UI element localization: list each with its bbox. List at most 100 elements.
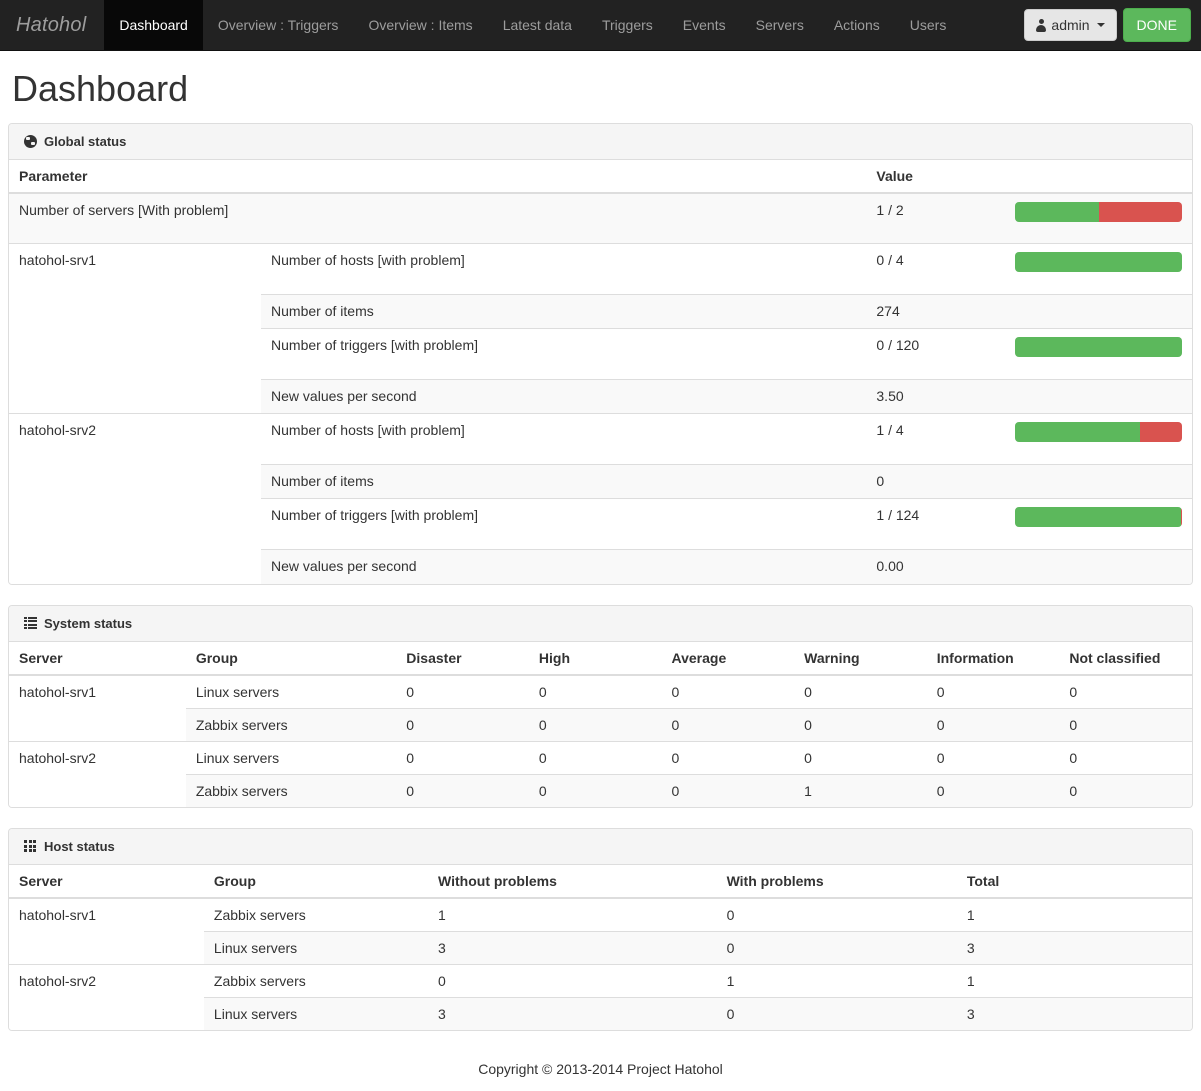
- nav-link-dashboard[interactable]: Dashboard: [104, 0, 203, 50]
- global-param-label: Number of hosts [with problem]: [261, 243, 867, 295]
- value-cell: 1: [794, 773, 927, 807]
- col-high: High: [528, 641, 662, 676]
- global-status-panel: Global status Parameter Value Number of …: [8, 122, 1193, 585]
- value-cell: 0: [716, 930, 957, 965]
- col-total: Total: [956, 864, 1192, 899]
- chevron-down-icon: [1096, 23, 1105, 27]
- value-cell: 0: [396, 674, 529, 709]
- global-param-value: 0 / 120: [866, 328, 1006, 380]
- server-name-cell: hatohol-srv2: [9, 413, 262, 584]
- value-cell: 0: [528, 707, 662, 742]
- user-menu-label: admin: [1051, 16, 1090, 33]
- global-status-heading: Global status: [9, 123, 1192, 160]
- progress-segment-ok: [1015, 337, 1182, 358]
- col-server: Server: [9, 641, 186, 676]
- host-status-table: Server Group Without problems With problems…: [9, 864, 1192, 1030]
- table-row: hatohol-srv2 Zabbix servers 0 1 1: [9, 963, 1192, 1030]
- user-icon: [1036, 18, 1047, 32]
- host-status-tbody: hatohol-srv1 Zabbix servers 1 0 1 Linux serve…: [9, 897, 1192, 1030]
- value-cell: 0: [528, 740, 662, 775]
- value-cell: 1: [956, 897, 1192, 932]
- nav-link-overview-items[interactable]: Overview : Items: [353, 0, 487, 50]
- global-param-value: 1 / 2: [866, 192, 1006, 244]
- status-bar-cell: [1005, 243, 1192, 295]
- nav-link-servers[interactable]: Servers: [741, 0, 819, 50]
- value-cell: 0: [1059, 740, 1192, 775]
- server-name-cell: hatohol-srv1: [9, 674, 186, 742]
- brand-logo[interactable]: Hatohol: [0, 0, 104, 50]
- user-menu-button[interactable]: admin: [1024, 8, 1117, 42]
- table-row: Zabbix servers 0 0 0 1 0 0: [9, 773, 1192, 807]
- nav-link-actions[interactable]: Actions: [819, 0, 895, 50]
- col-without-problems: Without problems: [428, 864, 717, 899]
- value-cell: 0: [794, 707, 927, 742]
- value-cell: 3: [956, 930, 1192, 965]
- col-parameter: Parameter: [9, 159, 262, 194]
- value-cell: 0: [661, 773, 795, 807]
- global-param-value: 0: [866, 464, 1006, 499]
- done-button[interactable]: DONE: [1122, 7, 1191, 43]
- table-row: hatohol-srv2 Linux servers 0 0 0 0 0 0: [9, 740, 1192, 807]
- value-cell: 0: [926, 740, 1060, 775]
- col-parameter-sub: [261, 159, 867, 194]
- status-bar-cell: [1005, 192, 1192, 244]
- global-param-label: New values per second: [261, 379, 867, 414]
- global-param-value: 0.00: [866, 549, 1006, 584]
- nav-link-overview-triggers[interactable]: Overview : Triggers: [203, 0, 354, 50]
- value-cell: 0: [428, 963, 717, 998]
- progress-segment-ok: [1015, 201, 1099, 222]
- table-row: hatohol-srv1 Number of hosts [with proble…: [9, 243, 1192, 414]
- table-row: Zabbix servers 0 0 0 0 0 0: [9, 707, 1192, 742]
- status-progress-bar: [1015, 337, 1182, 358]
- nav-link-events[interactable]: Events: [668, 0, 741, 50]
- col-server: Server: [9, 864, 204, 899]
- global-param-value: 274: [866, 294, 1006, 329]
- progress-segment-ok: [1015, 422, 1141, 443]
- value-cell: 3: [956, 996, 1192, 1030]
- status-bar-cell: [1005, 464, 1192, 499]
- nav-link-triggers[interactable]: Triggers: [587, 0, 668, 50]
- status-bar-cell: [1005, 549, 1192, 584]
- globe-icon: [24, 134, 37, 148]
- global-status-header-row: Parameter Value: [9, 159, 1192, 194]
- global-param-label: Number of items: [261, 294, 867, 329]
- col-with-problems: With problems: [716, 864, 957, 899]
- value-cell: 0: [396, 740, 529, 775]
- nav-links: Dashboard Overview : Triggers Overview : I…: [104, 0, 961, 50]
- col-group: Group: [203, 864, 429, 899]
- value-cell: 0: [528, 674, 662, 709]
- system-status-header-row: Server Group Disaster High Average Warning Inf…: [9, 641, 1192, 676]
- nav-link-latest-data[interactable]: Latest data: [488, 0, 587, 50]
- global-param-label: New values per second: [261, 549, 867, 584]
- footer-copyright: Copyright © 2013-2014 Project Hatohol: [478, 1060, 723, 1077]
- group-name-cell: Zabbix servers: [185, 707, 397, 742]
- value-cell: 0: [1059, 707, 1192, 742]
- system-status-panel: System status Server Group Disaster High Ave…: [8, 604, 1193, 808]
- global-param-label: Number of items: [261, 464, 867, 499]
- host-status-title: Host status: [44, 838, 115, 854]
- global-param-value: 1 / 4: [866, 413, 1006, 465]
- value-cell: 0: [396, 707, 529, 742]
- host-status-heading: Host status: [9, 828, 1192, 865]
- col-bar: [1005, 159, 1192, 194]
- value-cell: 0: [716, 996, 957, 1030]
- col-value: Value: [866, 159, 1006, 194]
- grid-icon: [24, 840, 37, 853]
- host-status-thead: Server Group Without problems With problems…: [9, 864, 1192, 899]
- global-param-label: Number of triggers [with problem]: [261, 498, 867, 550]
- list-icon: [24, 617, 37, 630]
- table-row: hatohol-srv1 Linux servers 0 0 0 0 0 0: [9, 674, 1192, 742]
- nav-link-users[interactable]: Users: [895, 0, 962, 50]
- page-container: Dashboard Global status Parameter Value …: [0, 69, 1201, 1091]
- value-cell: 0: [1059, 773, 1192, 807]
- col-warning: Warning: [794, 641, 927, 676]
- table-row: Number of servers [With problem] 1 / 2: [9, 192, 1192, 244]
- value-cell: 0: [1059, 674, 1192, 709]
- value-cell: 0: [926, 674, 1060, 709]
- value-cell: 0: [661, 740, 795, 775]
- value-cell: 0: [794, 740, 927, 775]
- value-cell: 0: [926, 773, 1060, 807]
- host-status-header-row: Server Group Without problems With problems…: [9, 864, 1192, 899]
- global-param-label: Number of triggers [with problem]: [261, 328, 867, 380]
- table-row: hatohol-srv1 Zabbix servers 1 0 1: [9, 897, 1192, 965]
